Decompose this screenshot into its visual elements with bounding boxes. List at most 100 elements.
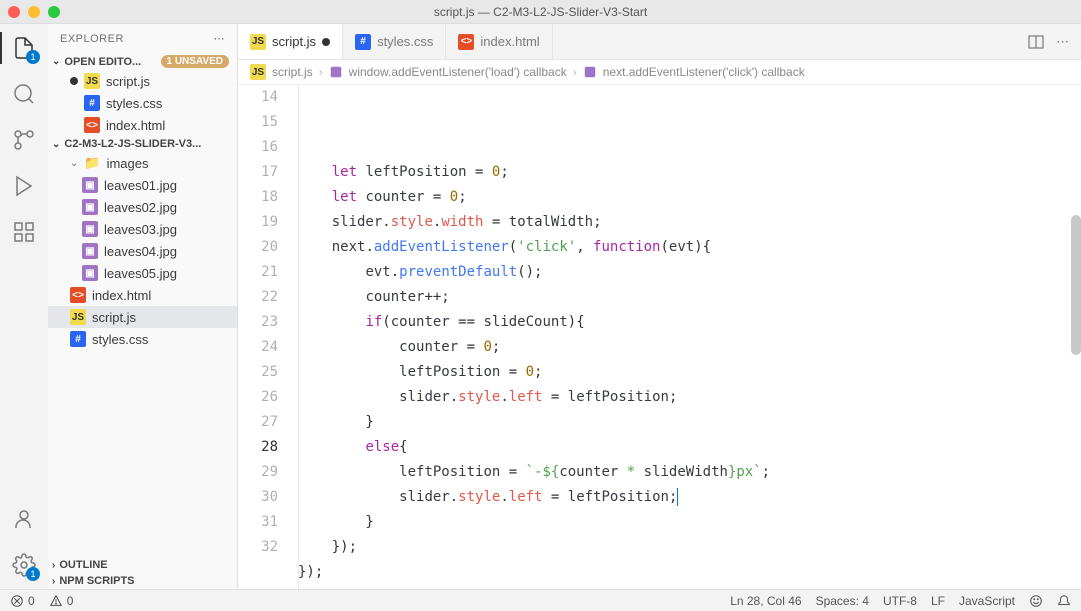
extensions-icon[interactable] bbox=[10, 218, 38, 246]
folder-icon: 📁 bbox=[84, 155, 100, 171]
run-debug-icon[interactable] bbox=[10, 172, 38, 200]
code-line[interactable]: next.addEventListener('click', function(… bbox=[298, 235, 1081, 260]
code-line[interactable]: leftPosition = `-${counter * slideWidth}… bbox=[298, 460, 1081, 485]
line-number: 27 bbox=[238, 410, 278, 435]
open-editors-label: OPEN EDITO... bbox=[64, 56, 141, 68]
split-editor-icon[interactable] bbox=[1028, 34, 1044, 50]
code-line[interactable]: counter = 0; bbox=[298, 335, 1081, 360]
file-name: styles.css bbox=[106, 96, 162, 111]
tab-script-js[interactable]: JSscript.js bbox=[238, 24, 343, 59]
line-number: 20 bbox=[238, 235, 278, 260]
status-eol[interactable]: LF bbox=[931, 594, 945, 608]
file-item[interactable]: <>index.html bbox=[48, 284, 237, 306]
outline-label: OUTLINE bbox=[59, 559, 107, 571]
code-line[interactable]: leftPosition = 0; bbox=[298, 360, 1081, 385]
code-line[interactable]: slider.style.width = totalWidth; bbox=[298, 210, 1081, 235]
explorer-badge: 1 bbox=[26, 50, 40, 64]
file-name: leaves05.jpg bbox=[104, 266, 177, 281]
tab-label: script.js bbox=[272, 34, 316, 49]
outline-section[interactable]: › OUTLINE bbox=[48, 557, 237, 573]
html-file-icon: <> bbox=[70, 287, 86, 303]
explorer-title: EXPLORER bbox=[60, 33, 124, 45]
code-line[interactable]: } bbox=[298, 510, 1081, 535]
code-line[interactable]: }); bbox=[298, 560, 1081, 585]
minimize-window-icon[interactable] bbox=[28, 6, 40, 18]
file-item[interactable]: ▣leaves05.jpg bbox=[48, 262, 237, 284]
status-language[interactable]: JavaScript bbox=[959, 594, 1015, 608]
editor-area: JSscript.js#styles.css<>index.html ⋯ JS … bbox=[238, 24, 1081, 589]
modified-dot-icon bbox=[70, 77, 78, 85]
folder-item[interactable]: ⌄📁images bbox=[48, 152, 237, 174]
img-file-icon: ▣ bbox=[82, 177, 98, 193]
breadcrumb-file[interactable]: script.js bbox=[272, 65, 313, 79]
status-encoding[interactable]: UTF-8 bbox=[883, 594, 917, 608]
file-item[interactable]: ▣leaves04.jpg bbox=[48, 240, 237, 262]
code-line[interactable]: if(counter == slideCount){ bbox=[298, 310, 1081, 335]
tab-index-html[interactable]: <>index.html bbox=[446, 24, 552, 59]
npm-scripts-section[interactable]: › NPM SCRIPTS bbox=[48, 573, 237, 589]
file-item[interactable]: ▣leaves03.jpg bbox=[48, 218, 237, 240]
activity-bar: 1 1 bbox=[0, 24, 48, 589]
maximize-window-icon[interactable] bbox=[48, 6, 60, 18]
npm-label: NPM SCRIPTS bbox=[59, 575, 134, 587]
status-line-col[interactable]: Ln 28, Col 46 bbox=[730, 594, 801, 608]
code-line[interactable]: let counter = 0; bbox=[298, 185, 1081, 210]
code-editor[interactable]: 14151617181920212223242526272829303132 l… bbox=[238, 85, 1081, 589]
close-window-icon[interactable] bbox=[8, 6, 20, 18]
breadcrumb[interactable]: JS script.js › window.addEventListener('… bbox=[238, 60, 1081, 85]
status-errors[interactable]: 0 bbox=[10, 594, 35, 608]
open-editor-item[interactable]: JSscript.js bbox=[48, 70, 237, 92]
code-line[interactable]: evt.preventDefault(); bbox=[298, 260, 1081, 285]
code-line[interactable]: }); bbox=[298, 535, 1081, 560]
open-editor-item[interactable]: <>index.html bbox=[48, 114, 237, 136]
code-line[interactable]: else{ bbox=[298, 435, 1081, 460]
project-label: C2-M3-L2-JS-SLIDER-V3... bbox=[64, 138, 201, 150]
open-editor-item[interactable]: # styles.css bbox=[48, 92, 237, 114]
open-editors-section[interactable]: ⌄ OPEN EDITO... 1 UNSAVED bbox=[48, 53, 237, 70]
source-control-icon[interactable] bbox=[10, 126, 38, 154]
method-icon bbox=[329, 65, 343, 79]
status-spaces[interactable]: Spaces: 4 bbox=[816, 594, 869, 608]
file-name: leaves04.jpg bbox=[104, 244, 177, 259]
sidebar: EXPLORER ⋯ ⌄ OPEN EDITO... 1 UNSAVED JSs… bbox=[48, 24, 238, 589]
chevron-right-icon: › bbox=[573, 65, 577, 79]
settings-icon[interactable]: 1 bbox=[10, 551, 38, 579]
code-line[interactable]: counter++; bbox=[298, 285, 1081, 310]
file-item[interactable]: #styles.css bbox=[48, 328, 237, 350]
code-line[interactable]: let leftPosition = 0; bbox=[298, 160, 1081, 185]
chevron-right-icon: › bbox=[52, 576, 55, 587]
more-actions-icon[interactable]: ⋯ bbox=[1056, 34, 1069, 50]
account-icon[interactable] bbox=[10, 505, 38, 533]
notifications-icon[interactable] bbox=[1057, 594, 1071, 608]
file-item[interactable]: ▣leaves01.jpg bbox=[48, 174, 237, 196]
method-icon bbox=[583, 65, 597, 79]
search-icon[interactable] bbox=[10, 80, 38, 108]
code-line[interactable]: } bbox=[298, 410, 1081, 435]
feedback-icon[interactable] bbox=[1029, 594, 1043, 608]
tab-bar: JSscript.js#styles.css<>index.html ⋯ bbox=[238, 24, 1081, 60]
settings-badge: 1 bbox=[26, 567, 40, 581]
modified-dot-icon bbox=[322, 38, 330, 46]
file-item[interactable]: ▣leaves02.jpg bbox=[48, 196, 237, 218]
code-line[interactable]: slider.style.left = leftPosition; bbox=[298, 385, 1081, 410]
line-number: 26 bbox=[238, 385, 278, 410]
line-number: 21 bbox=[238, 260, 278, 285]
file-item[interactable]: JSscript.js bbox=[48, 306, 237, 328]
file-name: script.js bbox=[106, 74, 150, 89]
explorer-icon[interactable]: 1 bbox=[10, 34, 38, 62]
code-line[interactable]: slider.style.left = leftPosition; bbox=[298, 485, 1081, 510]
status-warnings[interactable]: 0 bbox=[49, 594, 74, 608]
html-file-icon: <> bbox=[84, 117, 100, 133]
tab-styles-css[interactable]: #styles.css bbox=[343, 24, 446, 59]
chevron-down-icon: ⌄ bbox=[52, 56, 60, 67]
file-name: leaves03.jpg bbox=[104, 222, 177, 237]
code-content[interactable]: let leftPosition = 0; let counter = 0; s… bbox=[298, 85, 1081, 589]
folder-name: images bbox=[107, 156, 149, 171]
scrollbar-thumb[interactable] bbox=[1071, 215, 1081, 355]
css-file-icon: # bbox=[70, 331, 86, 347]
breadcrumb-path1[interactable]: window.addEventListener('load') callback bbox=[349, 65, 567, 79]
explorer-more-icon[interactable]: ⋯ bbox=[214, 32, 226, 45]
breadcrumb-path2[interactable]: next.addEventListener('click') callback bbox=[603, 65, 805, 79]
css-file-icon: # bbox=[84, 95, 100, 111]
project-section[interactable]: ⌄ C2-M3-L2-JS-SLIDER-V3... bbox=[48, 136, 237, 152]
